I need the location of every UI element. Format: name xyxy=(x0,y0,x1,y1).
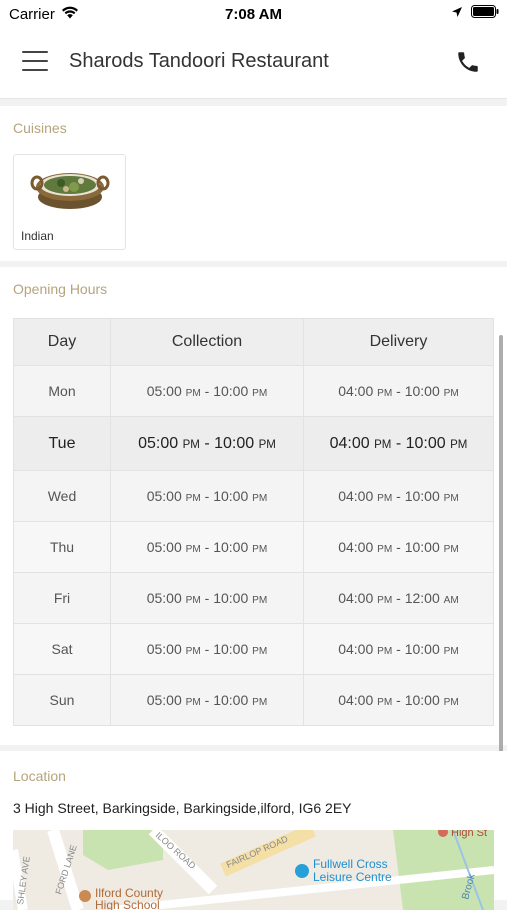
cell-delivery: 04:00 PM - 10:00 PM xyxy=(303,674,494,726)
app-bar: Sharods Tandoori Restaurant xyxy=(0,30,507,99)
table-row: Sat 05:00 PM - 10:00 PM 04:00 PM - 10:00 P… xyxy=(13,623,494,675)
table-row: Thu 05:00 PM - 10:00 PM 04:00 PM - 10:00 P… xyxy=(13,521,494,573)
cell-day: Sun xyxy=(13,674,111,726)
cuisines-title: Cuisines xyxy=(13,120,67,136)
map-label-leisure: Leisure Centre xyxy=(313,870,392,884)
status-bar: Carrier 7:08 AM xyxy=(0,0,507,30)
battery-icon xyxy=(471,5,499,22)
table-header-row: Day Collection Delivery xyxy=(13,318,494,366)
hours-table-body: Mon 05:00 PM - 10:00 PM 04:00 PM - 10:00 P… xyxy=(13,365,494,726)
scrollbar[interactable] xyxy=(499,335,503,781)
table-row: Sun 05:00 PM - 10:00 PM 04:00 PM - 10:00 P… xyxy=(13,674,494,726)
cell-delivery: 04:00 PM - 10:00 PM xyxy=(303,416,494,471)
opening-hours-table: Day Collection Delivery Mon 05:00 PM - 10… xyxy=(13,318,494,726)
column-header-day: Day xyxy=(13,318,111,366)
indian-dish-image xyxy=(30,173,110,209)
table-row: Mon 05:00 PM - 10:00 PM 04:00 PM - 10:00 P… xyxy=(13,365,494,417)
map-label-fullwell: Fullwell Cross xyxy=(313,857,388,871)
cell-collection: 05:00 PM - 10:00 PM xyxy=(110,470,304,522)
cell-delivery: 04:00 PM - 10:00 PM xyxy=(303,470,494,522)
cell-collection: 05:00 PM - 10:00 PM xyxy=(110,521,304,573)
cell-delivery: 04:00 PM - 12:00 AM xyxy=(303,572,494,624)
opening-hours-title: Opening Hours xyxy=(13,281,108,297)
hamburger-icon xyxy=(22,51,48,53)
cell-collection: 05:00 PM - 10:00 PM xyxy=(110,674,304,726)
cell-day: Thu xyxy=(13,521,111,573)
cell-day: Sat xyxy=(13,623,111,675)
clock: 7:08 AM xyxy=(225,6,282,23)
table-row: Tue 05:00 PM - 10:00 PM 04:00 PM - 10:00 P… xyxy=(13,416,494,471)
cell-day: Wed xyxy=(13,470,111,522)
cuisine-label: Indian xyxy=(21,229,54,243)
cell-collection: 05:00 PM - 10:00 PM xyxy=(110,365,304,417)
cell-collection: 05:00 PM - 10:00 PM xyxy=(110,416,304,471)
column-header-delivery: Delivery xyxy=(303,318,494,366)
cell-delivery: 04:00 PM - 10:00 PM xyxy=(303,521,494,573)
menu-button[interactable] xyxy=(22,51,48,73)
phone-icon xyxy=(458,52,478,72)
cell-delivery: 04:00 PM - 10:00 PM xyxy=(303,365,494,417)
cell-day: Tue xyxy=(13,416,111,471)
cell-day: Mon xyxy=(13,365,111,417)
cell-delivery: 04:00 PM - 10:00 PM xyxy=(303,623,494,675)
cuisines-section: Cuisines Indian xyxy=(0,106,507,261)
location-map[interactable]: Fullwell Cross Leisure Centre Ilford Cou… xyxy=(13,830,494,910)
location-section: Location 3 High Street, Barkingside, Bar… xyxy=(0,751,507,910)
location-title: Location xyxy=(13,768,66,784)
map-label-high-st: High St xyxy=(451,830,487,839)
map-graphic: Fullwell Cross Leisure Centre Ilford Cou… xyxy=(13,830,494,910)
cell-day: Fri xyxy=(13,572,111,624)
call-button[interactable] xyxy=(455,49,481,75)
opening-hours-section: Opening Hours Day Collection Delivery Mo… xyxy=(0,267,507,745)
cell-collection: 05:00 PM - 10:00 PM xyxy=(110,623,304,675)
table-row: Wed 05:00 PM - 10:00 PM 04:00 PM - 10:00 P… xyxy=(13,470,494,522)
cuisine-card-indian[interactable]: Indian xyxy=(13,154,126,250)
location-arrow-icon xyxy=(451,5,463,22)
cell-collection: 05:00 PM - 10:00 PM xyxy=(110,572,304,624)
location-address: 3 High Street, Barkingside, Barkingside,… xyxy=(13,800,352,816)
page-title: Sharods Tandoori Restaurant xyxy=(69,50,329,72)
column-header-collection: Collection xyxy=(110,318,304,366)
table-row: Fri 05:00 PM - 10:00 PM 04:00 PM - 12:00 A… xyxy=(13,572,494,624)
